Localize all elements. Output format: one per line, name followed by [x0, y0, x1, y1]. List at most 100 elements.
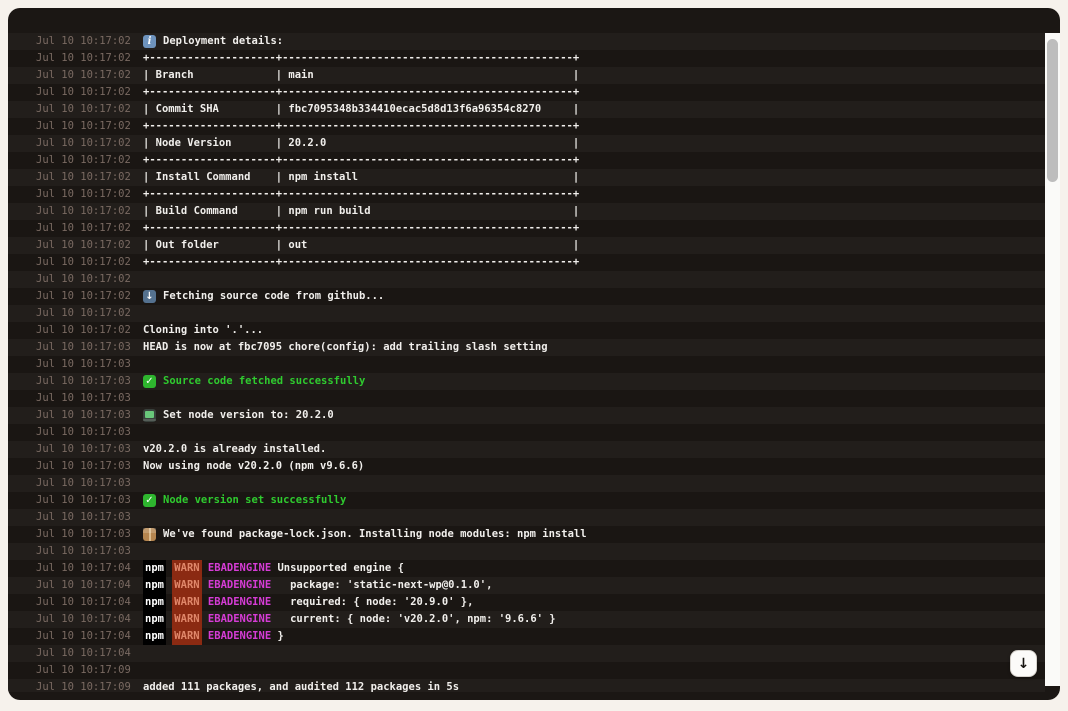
- log-line: Jul 10 10:17:03 We've found package-lock.…: [8, 526, 1045, 543]
- log-timestamp: Jul 10 10:17:03: [36, 373, 131, 390]
- log-line: Jul 10 10:17:03: [8, 424, 1045, 441]
- log-timestamp: Jul 10 10:17:03: [36, 407, 131, 424]
- log-timestamp: Jul 10 10:17:02: [36, 288, 131, 305]
- log-timestamp: Jul 10 10:17:04: [36, 628, 131, 645]
- log-text: | Install Command | npm install |: [143, 169, 579, 186]
- log-timestamp: Jul 10 10:17:03: [36, 492, 131, 509]
- log-text: | Node Version | 20.2.0 |: [143, 135, 579, 152]
- log-timestamp: Jul 10 10:17:03: [36, 458, 131, 475]
- log-line: Jul 10 10:17:03: [8, 543, 1045, 560]
- log-text: Now using node v20.2.0 (npm v9.6.6): [143, 458, 364, 475]
- log-timestamp: Jul 10 10:17:02: [36, 271, 131, 288]
- log-message: ↓ Fetching source code from github...: [143, 288, 384, 305]
- package-icon: [143, 528, 156, 541]
- log-line: Jul 10 10:17:09added 111 packages, and a…: [8, 679, 1045, 692]
- log-line: Jul 10 10:17:02| Commit SHA | fbc7095348…: [8, 101, 1045, 118]
- log-lines[interactable]: Jul 10 10:17:02 iDeployment details: Jul 1…: [8, 33, 1045, 692]
- log-timestamp: Jul 10 10:17:02: [36, 220, 131, 237]
- log-text: +--------------------+------------------…: [143, 118, 579, 135]
- log-line: Jul 10 10:17:02 | Build Command | npm run…: [8, 203, 1045, 220]
- log-text: Deployment details:: [163, 33, 283, 50]
- log-message: +--------------------+------------------…: [143, 186, 579, 203]
- log-timestamp: Jul 10 10:17:03: [36, 390, 131, 407]
- download-icon: ↓: [143, 290, 156, 303]
- log-message: +--------------------+------------------…: [143, 84, 579, 101]
- log-line: Jul 10 10:17:03 ✓Source code fetched succ…: [8, 373, 1045, 390]
- log-timestamp: Jul 10 10:17:04: [36, 594, 131, 611]
- log-line: Jul 10 10:17:02| Install Command | npm i…: [8, 169, 1045, 186]
- log-message: npm WARN EBADENGINE Unsupported engine {: [143, 560, 404, 577]
- warn-badge: WARN: [172, 560, 201, 577]
- scrollbar-track[interactable]: [1045, 33, 1060, 686]
- log-line: Jul 10 10:17:03HEAD is now at fbc7095 ch…: [8, 339, 1045, 356]
- log-text: required: { node: '20.9.0' },: [271, 594, 473, 611]
- log-message: ✓Node version set successfully: [143, 492, 346, 509]
- log-timestamp: Jul 10 10:17:04: [36, 611, 131, 628]
- log-line: Jul 10 10:17:03 Set node version to: 20.2…: [8, 407, 1045, 424]
- npm-chip: npm: [143, 594, 166, 611]
- log-text: package: 'static-next-wp@0.1.0',: [271, 577, 492, 594]
- log-line: Jul 10 10:17:02: [8, 305, 1045, 322]
- log-message: +--------------------+------------------…: [143, 118, 579, 135]
- log-timestamp: Jul 10 10:17:02: [36, 84, 131, 101]
- log-line: Jul 10 10:17:02+--------------------+---…: [8, 254, 1045, 271]
- log-timestamp: Jul 10 10:17:02: [36, 33, 131, 50]
- log-text: | Commit SHA | fbc7095348b334410ecac5d8d…: [143, 101, 579, 118]
- log-line: Jul 10 10:17:09: [8, 662, 1045, 679]
- error-code: EBADENGINE: [208, 560, 271, 577]
- log-line: Jul 10 10:17:02 +--------------------+---…: [8, 84, 1045, 101]
- log-timestamp: Jul 10 10:17:02: [36, 254, 131, 271]
- deployment-log-terminal: Jul 10 10:17:02 iDeployment details: Jul 1…: [8, 8, 1060, 700]
- log-timestamp: Jul 10 10:17:02: [36, 305, 131, 322]
- log-text: | Branch | main |: [143, 67, 579, 84]
- log-line: Jul 10 10:17:02 | Node Version | 20.2.0 |: [8, 135, 1045, 152]
- npm-chip: npm: [143, 560, 166, 577]
- error-code: EBADENGINE: [208, 628, 271, 645]
- error-code: EBADENGINE: [208, 594, 271, 611]
- log-timestamp: Jul 10 10:17:02: [36, 203, 131, 220]
- log-line: Jul 10 10:17:02 +--------------------+---…: [8, 220, 1045, 237]
- log-text: Source code fetched successfully: [163, 373, 365, 390]
- log-message: ✓Source code fetched successfully: [143, 373, 365, 390]
- check-icon: ✓: [143, 494, 156, 507]
- log-line: Jul 10 10:17:02| Branch | main |: [8, 67, 1045, 84]
- log-message: | Build Command | npm run build |: [143, 203, 579, 220]
- log-line: Jul 10 10:17:02| Out folder | out |: [8, 237, 1045, 254]
- log-timestamp: Jul 10 10:17:03: [36, 424, 131, 441]
- warn-badge: WARN: [172, 611, 201, 628]
- log-line: Jul 10 10:17:03 Now using node v20.2.0 (n…: [8, 458, 1045, 475]
- log-text: +--------------------+------------------…: [143, 84, 579, 101]
- log-message: | Commit SHA | fbc7095348b334410ecac5d8d…: [143, 101, 579, 118]
- log-line: Jul 10 10:17:03: [8, 475, 1045, 492]
- log-timestamp: Jul 10 10:17:04: [36, 645, 131, 662]
- log-message: | Node Version | 20.2.0 |: [143, 135, 579, 152]
- error-code: EBADENGINE: [208, 577, 271, 594]
- log-message: | Out folder | out |: [143, 237, 579, 254]
- log-line: Jul 10 10:17:02+--------------------+---…: [8, 152, 1045, 169]
- log-text: Fetching source code from github...: [163, 288, 384, 305]
- log-message: Set node version to: 20.2.0: [143, 407, 334, 424]
- log-text: +--------------------+------------------…: [143, 220, 579, 237]
- log-line: Jul 10 10:17:02 ↓ Fetching source code fro…: [8, 288, 1045, 305]
- log-timestamp: Jul 10 10:17:09: [36, 662, 131, 679]
- error-code: EBADENGINE: [208, 611, 271, 628]
- scrollbar-thumb[interactable]: [1047, 39, 1058, 182]
- log-message: Now using node v20.2.0 (npm v9.6.6): [143, 458, 364, 475]
- warn-badge: WARN: [172, 628, 201, 645]
- log-message: We've found package-lock.json. Installin…: [143, 526, 587, 543]
- log-message: iDeployment details:: [143, 33, 283, 50]
- log-text: Unsupported engine {: [271, 560, 404, 577]
- log-text: +--------------------+------------------…: [143, 50, 579, 67]
- log-line: Jul 10 10:17:02: [8, 271, 1045, 288]
- log-line: Jul 10 10:17:04npm WARN EBADENGINE packa…: [8, 577, 1045, 594]
- log-line: Jul 10 10:17:04npm WARN EBADENGINE }: [8, 628, 1045, 645]
- log-timestamp: Jul 10 10:17:04: [36, 577, 131, 594]
- log-line: Jul 10 10:17:04 npm WARN EBADENGINE requi…: [8, 594, 1045, 611]
- log-message: HEAD is now at fbc7095 chore(config): ad…: [143, 339, 548, 356]
- warn-badge: WARN: [172, 594, 201, 611]
- log-timestamp: Jul 10 10:17:02: [36, 135, 131, 152]
- scroll-to-bottom-button[interactable]: ↓: [1010, 650, 1037, 677]
- log-timestamp: Jul 10 10:17:04: [36, 560, 131, 577]
- log-text: | Build Command | npm run build |: [143, 203, 579, 220]
- log-timestamp: Jul 10 10:17:03: [36, 526, 131, 543]
